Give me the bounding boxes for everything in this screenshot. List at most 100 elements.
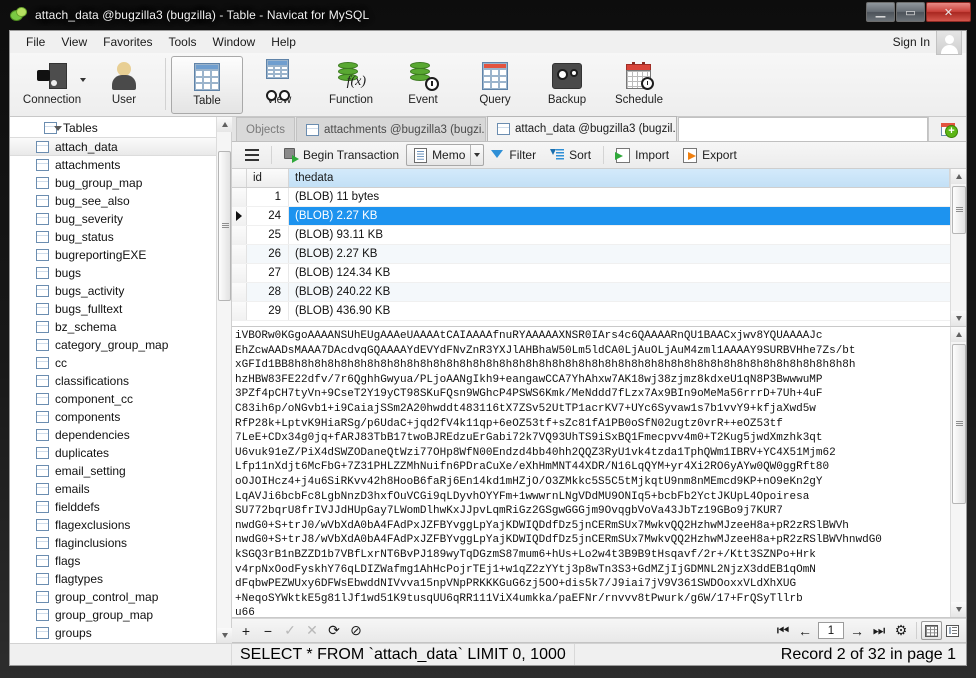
memo-button[interactable]: Memo	[406, 144, 485, 166]
cell-thedata[interactable]: (BLOB) 240.22 KB	[289, 283, 950, 301]
cancel-changes-button[interactable]: ✕	[301, 620, 323, 641]
first-page-button[interactable]: ⏮	[772, 620, 794, 641]
sidebar-item-flagtypes[interactable]: flagtypes	[10, 570, 231, 588]
delete-record-button[interactable]: −	[257, 620, 279, 641]
tab-attachments[interactable]: attachments @bugzilla3 (bugzi...	[296, 117, 486, 141]
column-header-thedata[interactable]: thedata	[289, 169, 950, 187]
row-marker[interactable]	[232, 264, 247, 282]
cell-thedata[interactable]: (BLOB) 436.90 KB	[289, 302, 950, 320]
scroll-down-icon[interactable]	[217, 628, 232, 643]
page-number-input[interactable]: 1	[818, 622, 844, 639]
settings-button[interactable]: ⚙	[890, 620, 912, 641]
ribbon-function-button[interactable]: f(x) Function	[315, 56, 387, 114]
sidebar-item-bugreportingexe[interactable]: bugreportingEXE	[10, 246, 231, 264]
form-view-button[interactable]	[942, 621, 963, 640]
memo-text[interactable]: iVBORw0KGgoAAAANSUhEUgAAAeUAAAAtCAIAAAAf…	[232, 327, 950, 617]
sidebar-item-flaginclusions[interactable]: flaginclusions	[10, 534, 231, 552]
ribbon-view-button[interactable]: View	[243, 56, 315, 114]
minimize-button[interactable]: —	[866, 2, 895, 22]
cell-thedata[interactable]: (BLOB) 93.11 KB	[289, 226, 950, 244]
close-button[interactable]: ✕	[926, 2, 971, 22]
sidebar-item-keyworddefs[interactable]: keyworddefs	[10, 642, 231, 643]
cell-id[interactable]: 1	[247, 188, 289, 206]
menu-item-file[interactable]: File	[18, 33, 53, 51]
memo-scroll-thumb[interactable]	[952, 344, 966, 504]
filter-button[interactable]: Filter	[484, 144, 543, 166]
sidebar-item-email-setting[interactable]: email_setting	[10, 462, 231, 480]
menu-item-tools[interactable]: Tools	[161, 33, 205, 51]
sidebar-item-bug-group-map[interactable]: bug_group_map	[10, 174, 231, 192]
chevron-expanded-icon[interactable]	[54, 126, 62, 131]
add-record-button[interactable]: +	[235, 620, 257, 641]
sidebar-item-attach-data[interactable]: attach_data	[10, 137, 231, 156]
table-row[interactable]: 26 (BLOB) 2.27 KB	[232, 245, 950, 264]
table-row[interactable]: 1 (BLOB) 11 bytes	[232, 188, 950, 207]
object-tree[interactable]: Tables attach_data attachments bug_group_m…	[10, 117, 231, 643]
menu-item-view[interactable]: View	[53, 33, 95, 51]
row-marker[interactable]	[232, 226, 247, 244]
cell-id[interactable]: 28	[247, 283, 289, 301]
import-button[interactable]: Import	[609, 144, 676, 166]
tab-objects[interactable]: Objects	[236, 117, 295, 141]
cell-thedata[interactable]: (BLOB) 11 bytes	[289, 188, 950, 206]
chevron-down-icon[interactable]	[80, 78, 86, 82]
sidebar-item-bug-see-also[interactable]: bug_see_also	[10, 192, 231, 210]
ribbon-schedule-button[interactable]: Schedule	[603, 56, 675, 114]
cell-id[interactable]: 26	[247, 245, 289, 263]
cell-id[interactable]: 24	[247, 207, 289, 225]
row-marker[interactable]	[232, 188, 247, 206]
sidebar-item-bug-severity[interactable]: bug_severity	[10, 210, 231, 228]
ribbon-event-button[interactable]: Event	[387, 56, 459, 114]
export-button[interactable]: Export	[676, 144, 744, 166]
sidebar-item-bugs-activity[interactable]: bugs_activity	[10, 282, 231, 300]
column-header-id[interactable]: id	[247, 169, 289, 187]
sidebar-scroll-thumb[interactable]	[218, 151, 231, 301]
scroll-up-icon[interactable]	[217, 117, 232, 132]
data-grid[interactable]: id thedata 1 (BLOB) 11 bytes 24 (BLOB) 2.27…	[232, 169, 950, 326]
toolbar-menu-button[interactable]	[238, 144, 266, 166]
sidebar-item-classifications[interactable]: classifications	[10, 372, 231, 390]
next-page-button[interactable]: →	[846, 620, 868, 641]
table-row[interactable]: 29 (BLOB) 436.90 KB	[232, 302, 950, 321]
sidebar-item-flagexclusions[interactable]: flagexclusions	[10, 516, 231, 534]
stop-button[interactable]: ⊘	[345, 620, 367, 641]
sidebar-item-dependencies[interactable]: dependencies	[10, 426, 231, 444]
cell-id[interactable]: 29	[247, 302, 289, 320]
begin-transaction-button[interactable]: Begin Transaction	[277, 144, 406, 166]
sidebar-item-emails[interactable]: emails	[10, 480, 231, 498]
menu-item-window[interactable]: Window	[205, 33, 264, 51]
row-marker[interactable]	[232, 245, 247, 263]
sidebar-item-bug-status[interactable]: bug_status	[10, 228, 231, 246]
maximize-button[interactable]: ▭	[896, 2, 925, 22]
tab-attach-data[interactable]: attach_data @bugzilla3 (bugzil...	[487, 116, 677, 141]
grid-scroll-thumb[interactable]	[952, 186, 966, 234]
row-marker[interactable]	[232, 302, 247, 320]
sidebar-item-groups[interactable]: groups	[10, 624, 231, 642]
ribbon-query-button[interactable]: Query	[459, 56, 531, 114]
tree-node-tables[interactable]: Tables	[10, 119, 231, 137]
ribbon-user-button[interactable]: User	[88, 56, 160, 114]
refresh-button[interactable]: ⟳	[323, 620, 345, 641]
sidebar-item-bz-schema[interactable]: bz_schema	[10, 318, 231, 336]
table-row[interactable]: 27 (BLOB) 124.34 KB	[232, 264, 950, 283]
table-row[interactable]: 24 (BLOB) 2.27 KB	[232, 207, 950, 226]
grid-view-button[interactable]	[921, 621, 942, 640]
scroll-down-icon[interactable]	[951, 311, 966, 326]
avatar[interactable]	[936, 31, 962, 55]
sidebar-item-duplicates[interactable]: duplicates	[10, 444, 231, 462]
ribbon-table-button[interactable]: Table	[171, 56, 243, 114]
memo-scrollbar[interactable]	[950, 327, 966, 617]
sidebar-item-bugs-fulltext[interactable]: bugs_fulltext	[10, 300, 231, 318]
ribbon-connection-button[interactable]: Connection	[16, 56, 88, 114]
ribbon-backup-button[interactable]: Backup	[531, 56, 603, 114]
sidebar-item-fielddefs[interactable]: fielddefs	[10, 498, 231, 516]
scroll-up-icon[interactable]	[951, 327, 966, 342]
scroll-down-icon[interactable]	[951, 602, 966, 617]
sidebar-item-component-cc[interactable]: component_cc	[10, 390, 231, 408]
sort-button[interactable]: Sort	[543, 144, 598, 166]
cell-thedata[interactable]: (BLOB) 2.27 KB	[289, 245, 950, 263]
sidebar-item-flags[interactable]: flags	[10, 552, 231, 570]
sign-in-link[interactable]: Sign In	[893, 35, 930, 49]
sidebar-item-attachments[interactable]: attachments	[10, 156, 231, 174]
sidebar-item-group-control-map[interactable]: group_control_map	[10, 588, 231, 606]
